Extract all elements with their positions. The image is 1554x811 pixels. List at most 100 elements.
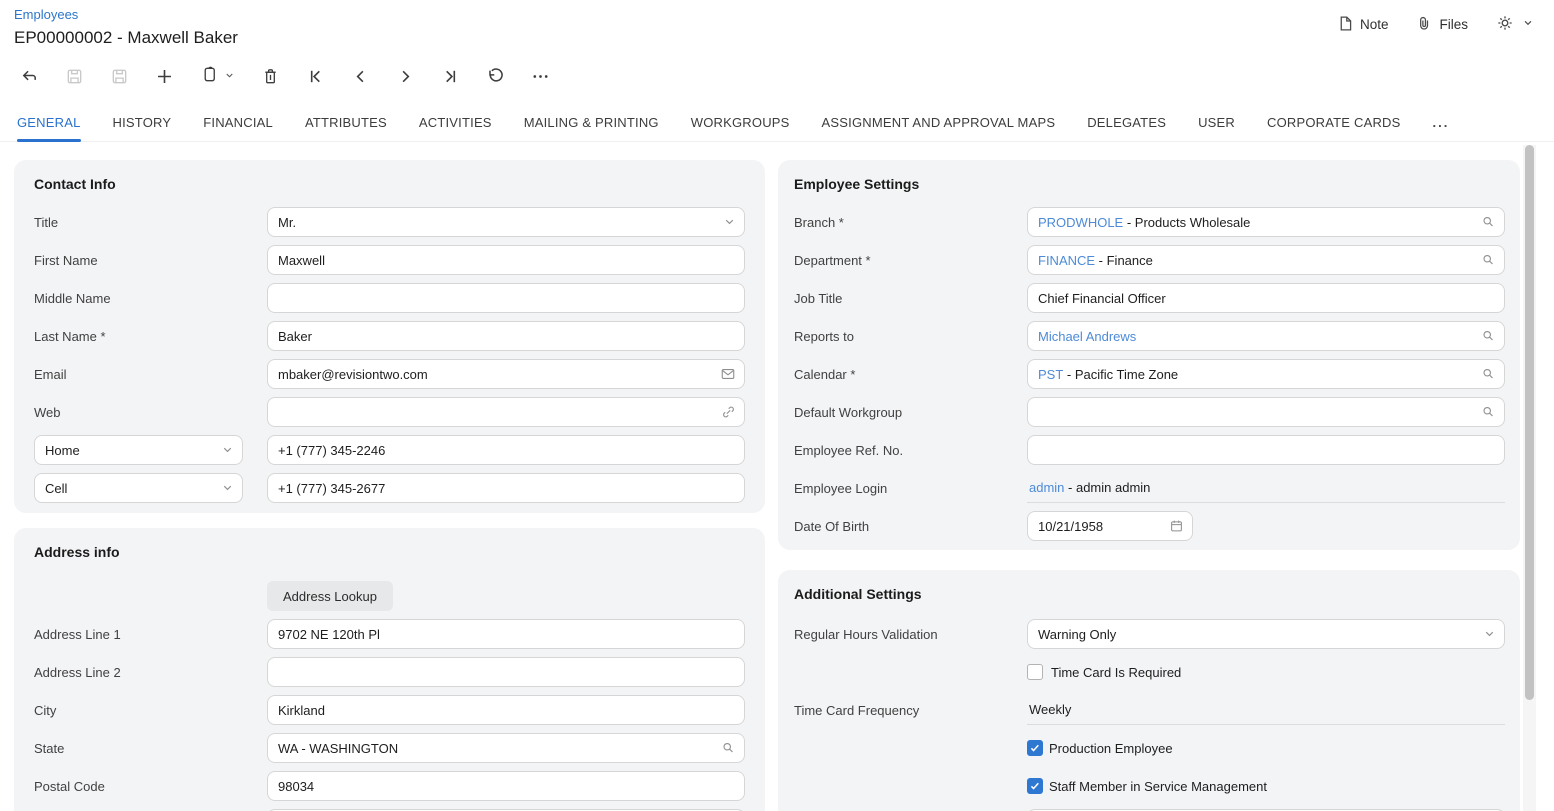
middle-name-field[interactable] [267, 283, 745, 313]
search-icon[interactable] [721, 741, 736, 756]
contact-info-heading: Contact Info [34, 174, 745, 194]
phone1-type-select[interactable]: Home [34, 435, 243, 465]
chevron-down-icon[interactable] [723, 216, 736, 229]
regular-hours-validation-select[interactable]: Warning Only [1027, 619, 1505, 649]
add-new-button[interactable] [155, 67, 174, 86]
toolbar-more-button[interactable] [531, 67, 550, 86]
screen-settings-button[interactable] [1496, 14, 1534, 35]
staff-member-checkbox-row[interactable]: Staff Member in Service Management [1027, 778, 1267, 794]
web-field[interactable] [267, 397, 745, 427]
employee-login-link[interactable]: admin [1029, 480, 1064, 495]
calendar-field[interactable]: PST - Pacific Time Zone [1027, 359, 1505, 389]
tab-bar: GENERAL HISTORY FINANCIAL ATTRIBUTES ACTIVIT… [0, 106, 1554, 142]
tab-corporate-cards[interactable]: CORPORATE CARDS [1267, 106, 1401, 142]
city-field[interactable]: Kirkland [267, 695, 745, 725]
regular-hours-validation-row: Regular Hours Validation Warning Only [794, 619, 1505, 649]
employee-login-desc: - admin admin [1064, 480, 1150, 495]
link-icon[interactable] [721, 405, 736, 420]
chevron-down-icon[interactable] [221, 444, 234, 457]
production-employee-checkbox-row[interactable]: Production Employee [1027, 740, 1173, 756]
breadcrumb[interactable]: Employees [14, 6, 238, 24]
phone1-field[interactable]: +1 (777) 345-2246 [267, 435, 745, 465]
first-name-field[interactable]: Maxwell [267, 245, 745, 275]
delete-button[interactable] [261, 67, 280, 86]
dob-field[interactable]: 10/21/1958 [1027, 511, 1193, 541]
employee-settings-heading: Employee Settings [794, 174, 1505, 194]
back-button[interactable] [20, 67, 39, 86]
first-name-label: First Name [34, 253, 267, 268]
save-button[interactable] [110, 67, 129, 86]
address-line1-field[interactable]: 9702 NE 120th Pl [267, 619, 745, 649]
department-field[interactable]: FINANCE - Finance [1027, 245, 1505, 275]
chevron-down-icon[interactable] [221, 482, 234, 495]
tab-history[interactable]: HISTORY [113, 106, 172, 142]
search-icon[interactable] [1481, 215, 1496, 230]
search-icon[interactable] [1481, 405, 1496, 420]
department-code-link[interactable]: FINANCE [1038, 253, 1095, 268]
reports-to-row: Reports to Michael Andrews [794, 321, 1505, 351]
tabs-overflow[interactable]: ... [1433, 106, 1450, 142]
previous-record-button[interactable] [351, 67, 370, 86]
staff-member-label: Staff Member in Service Management [1049, 779, 1267, 794]
last-record-button[interactable] [441, 67, 460, 86]
staff-member-checkbox[interactable] [1027, 778, 1043, 794]
copy-button[interactable] [200, 67, 235, 86]
calendar-code-link[interactable]: PST [1038, 367, 1063, 382]
branch-code-link[interactable]: PRODWHOLE [1038, 215, 1123, 230]
undo-button[interactable] [486, 67, 505, 86]
employee-ref-field[interactable] [1027, 435, 1505, 465]
state-field[interactable]: WA - WASHINGTON [267, 733, 745, 763]
branch-field[interactable]: PRODWHOLE - Products Wholesale [1027, 207, 1505, 237]
production-employee-label: Production Employee [1049, 741, 1173, 756]
chevron-down-icon[interactable] [1483, 628, 1496, 641]
last-name-field[interactable]: Baker [267, 321, 745, 351]
address-lookup-button[interactable]: Address Lookup [267, 581, 393, 611]
production-employee-checkbox[interactable] [1027, 740, 1043, 756]
state-value: WA - WASHINGTON [278, 741, 398, 756]
phone2-type-value: Cell [45, 481, 67, 496]
job-title-value: Chief Financial Officer [1038, 291, 1166, 306]
vertical-scrollbar[interactable] [1523, 145, 1536, 811]
department-row: Department * FINANCE - Finance [794, 245, 1505, 275]
files-button[interactable]: Files [1416, 15, 1468, 35]
tab-mailing-printing[interactable]: MAILING & PRINTING [524, 106, 659, 142]
envelope-icon[interactable] [720, 366, 736, 382]
time-card-required-checkbox[interactable] [1027, 664, 1043, 680]
search-icon[interactable] [1481, 367, 1496, 382]
next-record-button[interactable] [396, 67, 415, 86]
tab-assignment-and-approval-maps[interactable]: ASSIGNMENT AND APPROVAL MAPS [822, 106, 1056, 142]
tab-workgroups[interactable]: WORKGROUPS [691, 106, 790, 142]
email-row: Email mbaker@revisiontwo.com [34, 359, 745, 389]
save-close-button[interactable] [65, 67, 84, 86]
first-record-button[interactable] [306, 67, 325, 86]
phone2-field[interactable]: +1 (777) 345-2677 [267, 473, 745, 503]
tab-attributes[interactable]: ATTRIBUTES [305, 106, 387, 142]
tab-user[interactable]: USER [1198, 106, 1235, 142]
default-workgroup-field[interactable] [1027, 397, 1505, 427]
tab-general[interactable]: GENERAL [17, 106, 81, 142]
search-icon[interactable] [1481, 329, 1496, 344]
tab-activities[interactable]: ACTIVITIES [419, 106, 492, 142]
reports-to-field[interactable]: Michael Andrews [1027, 321, 1505, 351]
employee-settings-section: Employee Settings Branch * PRODWHOLE - P… [778, 160, 1520, 550]
postal-code-row: Postal Code 98034 [34, 771, 745, 801]
phone2-type-select[interactable]: Cell [34, 473, 243, 503]
address-line2-field[interactable] [267, 657, 745, 687]
time-card-required-label: Time Card Is Required [1051, 665, 1181, 680]
search-icon[interactable] [1481, 253, 1496, 268]
additional-settings-section: Additional Settings Regular Hours Valida… [778, 570, 1520, 811]
tab-financial[interactable]: FINANCIAL [203, 106, 273, 142]
reports-to-link[interactable]: Michael Andrews [1038, 329, 1136, 344]
time-card-required-checkbox-row[interactable]: Time Card Is Required [1027, 664, 1181, 680]
calendar-icon[interactable] [1169, 519, 1184, 534]
scrollbar-thumb[interactable] [1525, 145, 1534, 700]
employee-ref-label: Employee Ref. No. [794, 443, 1027, 458]
state-row: State WA - WASHINGTON [34, 733, 745, 763]
page-title: EP00000002 - Maxwell Baker [14, 26, 238, 50]
note-button[interactable]: Note [1337, 15, 1389, 35]
job-title-field[interactable]: Chief Financial Officer [1027, 283, 1505, 313]
postal-code-field[interactable]: 98034 [267, 771, 745, 801]
email-field[interactable]: mbaker@revisiontwo.com [267, 359, 745, 389]
tab-delegates[interactable]: DELEGATES [1087, 106, 1166, 142]
title-select[interactable]: Mr. [267, 207, 745, 237]
